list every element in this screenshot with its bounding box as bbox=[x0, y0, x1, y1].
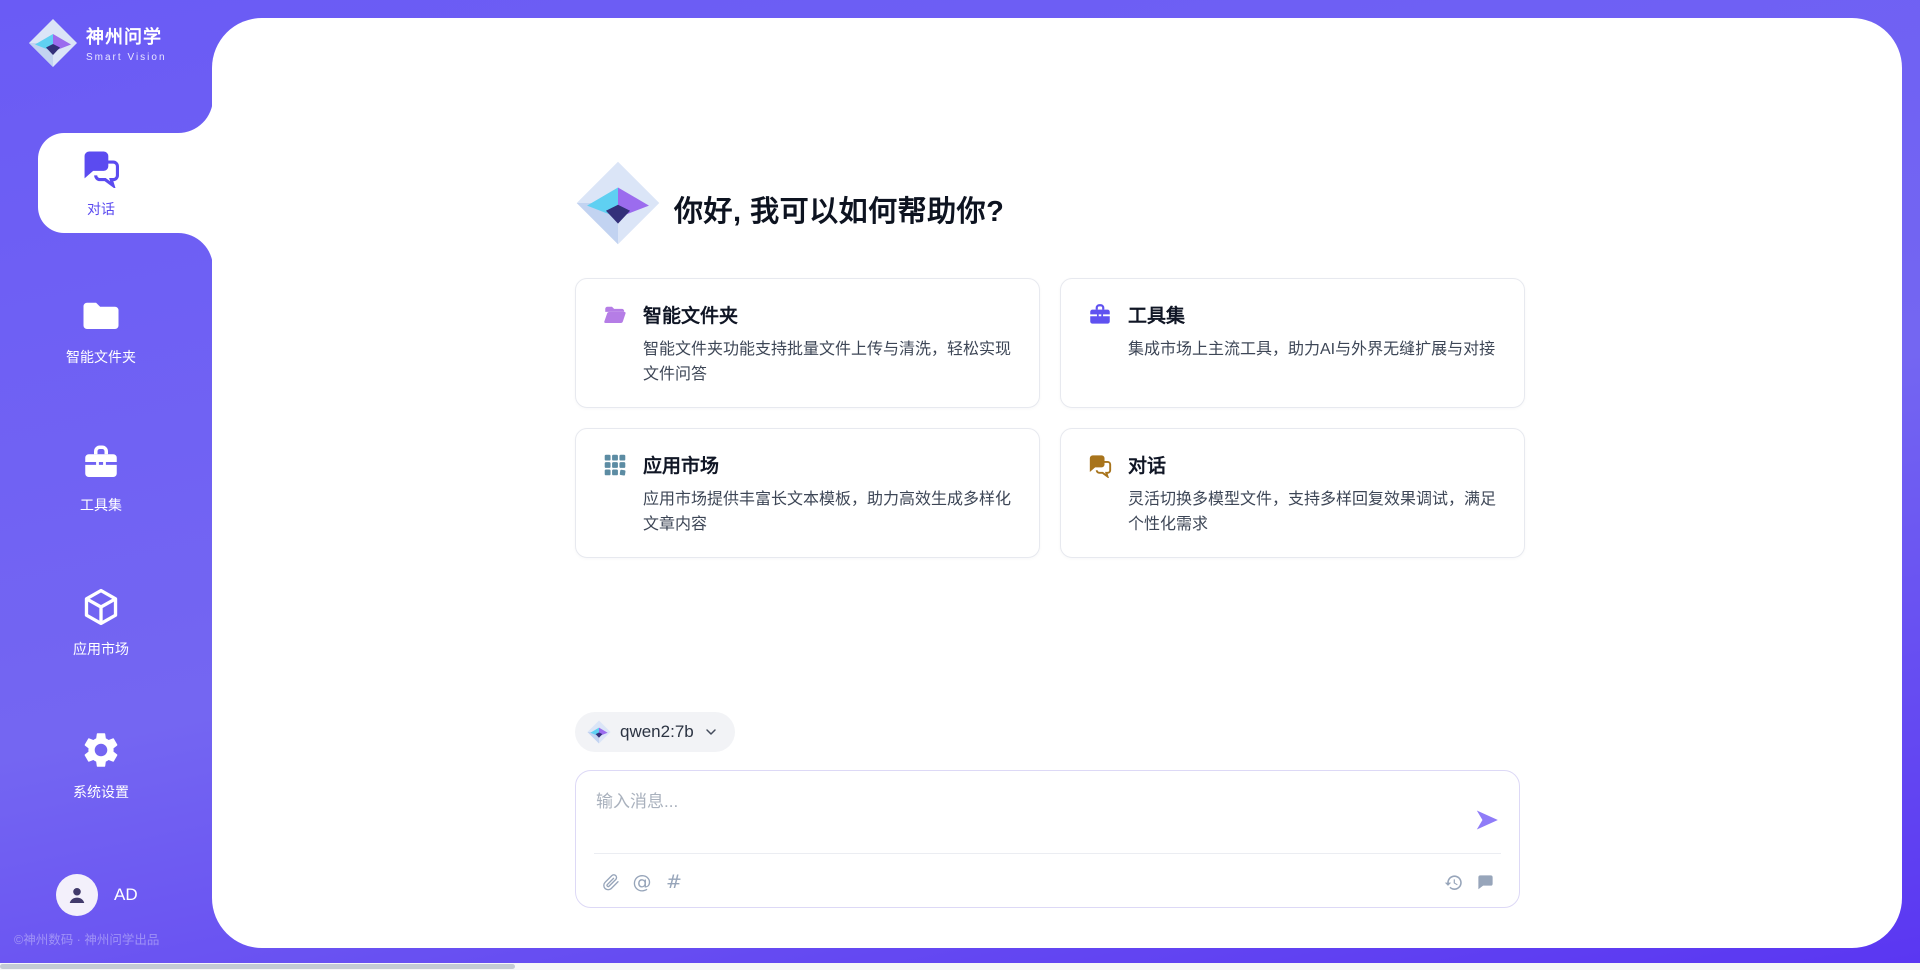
card-title: 对话 bbox=[1128, 451, 1166, 478]
card-chat[interactable]: 对话 灵活切换多模型文件，支持多样回复效果调试，满足个性化需求 bbox=[1060, 428, 1525, 558]
attachment-button[interactable] bbox=[596, 869, 624, 895]
apps-grid-icon bbox=[602, 452, 628, 478]
feedback-button[interactable] bbox=[1471, 869, 1499, 895]
send-icon bbox=[1474, 807, 1500, 833]
gear-icon bbox=[80, 729, 122, 771]
sidebar-item-label: 智能文件夹 bbox=[28, 347, 174, 367]
user-initials: AD bbox=[114, 885, 138, 905]
sidebar-item-chat[interactable]: 对话 bbox=[28, 146, 174, 219]
card-title: 智能文件夹 bbox=[643, 301, 738, 328]
card-description: 集成市场上主流工具，助力AI与外界无缝扩展与对接 bbox=[1128, 337, 1510, 362]
brand-name: 神州问学 bbox=[86, 23, 167, 49]
toolbox-icon bbox=[1087, 302, 1113, 328]
card-title: 工具集 bbox=[1128, 301, 1185, 328]
scrollbar-thumb[interactable] bbox=[0, 964, 515, 969]
hashtag-button[interactable]: # bbox=[660, 869, 688, 895]
card-description: 应用市场提供丰富长文本模板，助力高效生成多样化文章内容 bbox=[643, 487, 1025, 537]
composer-divider bbox=[594, 853, 1501, 854]
horizontal-scrollbar[interactable] bbox=[0, 963, 1920, 970]
sidebar-item-app-market[interactable]: 应用市场 bbox=[28, 586, 174, 659]
toolbox-icon bbox=[80, 442, 122, 484]
card-description: 灵活切换多模型文件，支持多样回复效果调试，满足个性化需求 bbox=[1128, 487, 1510, 537]
diamond-logo-icon bbox=[28, 18, 78, 68]
folder-open-icon bbox=[602, 302, 628, 328]
send-button[interactable] bbox=[1473, 807, 1501, 835]
mention-icon: @ bbox=[633, 871, 652, 893]
chevron-down-icon bbox=[703, 724, 719, 740]
sidebar-item-label: 应用市场 bbox=[28, 639, 174, 659]
sidebar-item-settings[interactable]: 系统设置 bbox=[28, 729, 174, 802]
sidebar: 神州问学 Smart Vision 对话 智能文件夹 工具集 应用市场 bbox=[0, 0, 212, 970]
history-button[interactable] bbox=[1439, 869, 1467, 895]
sidebar-footer: ©神州数码 · 神州问学出品 bbox=[14, 929, 210, 948]
chat-bubbles-icon bbox=[1087, 452, 1113, 478]
card-app-market[interactable]: 应用市场 应用市场提供丰富长文本模板，助力高效生成多样化文章内容 bbox=[575, 428, 1040, 558]
brand-subtitle: Smart Vision bbox=[86, 52, 167, 63]
diamond-logo-icon bbox=[587, 720, 611, 744]
avatar bbox=[56, 874, 98, 916]
mention-button[interactable]: @ bbox=[628, 869, 656, 895]
model-name: qwen2:7b bbox=[620, 722, 694, 742]
user-menu[interactable]: AD bbox=[56, 874, 138, 916]
message-input[interactable] bbox=[596, 787, 1436, 847]
card-smart-folder[interactable]: 智能文件夹 智能文件夹功能支持批量文件上传与清洗，轻松实现文件问答 bbox=[575, 278, 1040, 408]
card-title: 应用市场 bbox=[643, 451, 719, 478]
hashtag-icon: # bbox=[666, 871, 682, 893]
cube-icon bbox=[80, 586, 122, 628]
history-icon bbox=[1444, 873, 1463, 892]
sidebar-item-label: 对话 bbox=[28, 199, 174, 219]
person-icon bbox=[64, 882, 90, 908]
greeting-diamond-logo-icon bbox=[575, 160, 661, 246]
model-selector[interactable]: qwen2:7b bbox=[575, 712, 735, 752]
greeting-title: 你好, 我可以如何帮助你? bbox=[674, 188, 1004, 230]
chat-bubbles-icon bbox=[80, 146, 122, 188]
feature-cards: 智能文件夹 智能文件夹功能支持批量文件上传与清洗，轻松实现文件问答 工具集 集成… bbox=[575, 278, 1525, 558]
sidebar-item-label: 系统设置 bbox=[28, 782, 174, 802]
folder-icon bbox=[80, 294, 122, 336]
feedback-bubble-icon bbox=[1476, 873, 1495, 892]
sidebar-item-toolset[interactable]: 工具集 bbox=[28, 442, 174, 515]
card-description: 智能文件夹功能支持批量文件上传与清洗，轻松实现文件问答 bbox=[643, 337, 1025, 387]
brand: 神州问学 Smart Vision bbox=[28, 18, 167, 68]
sidebar-item-smart-folder[interactable]: 智能文件夹 bbox=[28, 294, 174, 367]
attachment-icon bbox=[601, 873, 620, 892]
main-panel: 你好, 我可以如何帮助你? 智能文件夹 智能文件夹功能支持批量文件上传与清洗，轻… bbox=[212, 18, 1902, 948]
sidebar-item-label: 工具集 bbox=[28, 495, 174, 515]
card-toolset[interactable]: 工具集 集成市场上主流工具，助力AI与外界无缝扩展与对接 bbox=[1060, 278, 1525, 408]
composer: @ # bbox=[575, 770, 1520, 908]
